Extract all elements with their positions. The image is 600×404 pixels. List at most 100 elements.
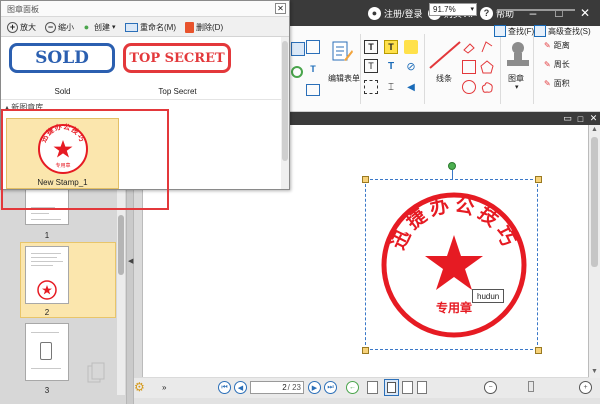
line-tool-icon[interactable] xyxy=(428,40,462,70)
single-page-view-icon[interactable] xyxy=(367,381,378,394)
zoom-slider-track[interactable] xyxy=(497,9,575,11)
highlight-text-icon[interactable]: T xyxy=(384,40,398,54)
close-icon[interactable]: ✕ xyxy=(574,3,596,23)
strip-minimize-icon[interactable]: ▭ xyxy=(562,113,573,124)
page-thumbnail-3[interactable] xyxy=(25,323,69,381)
top-secret-stamp-image: TOP SECRET xyxy=(123,43,231,73)
text-tool-icon[interactable]: T xyxy=(306,62,320,76)
page-thumbnail-2[interactable] xyxy=(25,246,69,304)
cloud-icon[interactable] xyxy=(480,80,494,94)
page-number-2: 2 xyxy=(44,308,50,317)
stamp-tool-icon[interactable] xyxy=(504,40,532,70)
arrow-shape-icon[interactable] xyxy=(462,40,476,54)
advanced-find-button[interactable]: 高级查找(S) xyxy=(534,25,591,37)
collapse-arrow-icon[interactable]: ◀ xyxy=(128,257,133,265)
resize-handle-top-left[interactable] xyxy=(362,176,369,183)
help-link[interactable]: ? 帮助 xyxy=(480,5,514,21)
ribbon-separator xyxy=(424,34,425,104)
register-login-label: 注册/登录 xyxy=(384,8,423,19)
thumb-line xyxy=(31,332,59,333)
thumb-line xyxy=(31,368,61,369)
table-tool-icon[interactable] xyxy=(291,42,305,56)
resize-handle-bottom-right[interactable] xyxy=(535,347,542,354)
create-user-icon: ● xyxy=(83,22,90,32)
user-icon: ● xyxy=(368,6,381,20)
zoom-out-button[interactable]: − xyxy=(484,381,497,394)
stamp-palette-titlebar[interactable]: 图章面板 ✕ xyxy=(1,1,289,17)
pentagon-icon[interactable] xyxy=(480,60,494,74)
document-tab-strip: ▭ □ ✕ xyxy=(290,112,600,125)
zoom-in-stamp-button[interactable]: + 放大 xyxy=(7,19,36,35)
create-label: 创建 xyxy=(94,22,110,32)
area-icon: ✎ xyxy=(544,79,551,88)
minimize-icon[interactable]: ‒ xyxy=(522,3,544,23)
resize-handle-top-right[interactable] xyxy=(535,176,542,183)
document-scroll-knob[interactable] xyxy=(591,137,598,267)
find-button[interactable]: 查找(F) xyxy=(494,25,534,37)
scroll-up-icon[interactable]: ▲ xyxy=(591,126,598,133)
highlight-annotation-box xyxy=(1,109,169,210)
previous-page-button[interactable]: ◀ xyxy=(234,381,247,394)
register-login-link[interactable]: ● 注册/登录 xyxy=(368,5,423,21)
perimeter-tool[interactable]: ✎ 周长 xyxy=(544,59,570,70)
rotation-line xyxy=(452,170,453,179)
page-number-input[interactable]: 2 / 23 xyxy=(250,381,304,394)
stamp-caption-top-secret: Top Secret xyxy=(158,87,197,96)
lines-label[interactable]: 线条 xyxy=(436,73,452,84)
sold-stamp-image: SOLD xyxy=(9,43,115,73)
rename-label: 重命名(M) xyxy=(140,22,176,32)
go-back-button[interactable]: ← xyxy=(346,381,359,394)
edit-form-label[interactable]: 编辑表单 xyxy=(328,73,360,84)
circle-tool-icon[interactable] xyxy=(291,66,303,78)
zoom-slider-knob[interactable] xyxy=(528,381,534,392)
document-scrollbar[interactable]: ▲ ▼ xyxy=(589,125,600,378)
attachment-icon[interactable]: ⊘ xyxy=(404,59,418,73)
ruler-icon: ✎ xyxy=(544,41,551,50)
button-tool-icon[interactable] xyxy=(306,84,320,96)
distance-tool[interactable]: ✎ 距离 xyxy=(544,40,570,51)
textfield-tool-icon[interactable] xyxy=(306,40,320,54)
zoom-out-stamp-button[interactable]: − 缩小 xyxy=(45,19,74,35)
last-page-button[interactable]: ⏭ xyxy=(324,381,337,394)
polyline-icon[interactable] xyxy=(480,40,494,54)
rename-stamp-button[interactable]: 重命名(M) xyxy=(125,19,176,35)
next-page-button[interactable]: ▶ xyxy=(308,381,321,394)
scroll-down-icon[interactable]: ▼ xyxy=(591,368,598,375)
continuous-view-icon[interactable] xyxy=(384,379,399,396)
callout-tool-icon[interactable]: T xyxy=(364,59,378,73)
thumbnail-scroll-knob[interactable] xyxy=(118,215,124,275)
stamp-gallery-scrollbar[interactable] xyxy=(281,37,289,189)
rotate-handle[interactable] xyxy=(448,162,456,170)
thumb-line xyxy=(31,265,53,266)
fit-width-icon[interactable] xyxy=(417,381,427,394)
maximize-icon[interactable]: □ xyxy=(548,3,570,23)
stamp-selection-box[interactable] xyxy=(365,179,538,350)
area-tool[interactable]: ✎ 面积 xyxy=(544,78,570,89)
palette-close-icon[interactable]: ✕ xyxy=(275,3,286,14)
two-page-view-icon[interactable] xyxy=(402,381,413,394)
zoom-out-label: 缩小 xyxy=(58,22,74,32)
first-page-button[interactable]: ⏮ xyxy=(218,381,231,394)
strip-restore-icon[interactable]: □ xyxy=(575,113,586,124)
gallery-divider xyxy=(1,99,281,100)
gallery-scroll-knob[interactable] xyxy=(282,41,288,161)
note-icon[interactable] xyxy=(404,40,418,54)
chevron-down-icon: ▾ xyxy=(470,6,474,13)
zoom-in-button[interactable]: + xyxy=(579,381,592,394)
edit-form-icon[interactable] xyxy=(330,40,354,64)
current-page-value: 2 xyxy=(282,383,287,392)
rectangle-icon[interactable] xyxy=(462,60,476,74)
strip-close-icon[interactable]: ✕ xyxy=(588,113,599,124)
insert-text-icon[interactable]: ⌶ xyxy=(384,80,398,94)
ellipse-icon[interactable] xyxy=(462,80,476,94)
horizontal-scrollbar[interactable] xyxy=(134,398,600,404)
stamp-dropdown-arrow[interactable]: ▾ xyxy=(515,83,519,91)
area-select-icon[interactable] xyxy=(364,80,378,94)
textbox-tool-icon[interactable]: T xyxy=(364,40,378,54)
sound-icon[interactable]: ◀ xyxy=(404,80,418,94)
underline-text-icon[interactable]: T xyxy=(384,59,398,73)
delete-stamp-button[interactable]: 删除(D) xyxy=(185,19,223,35)
create-stamp-button[interactable]: ● 创建 ▾ xyxy=(81,19,116,35)
zoom-select[interactable]: 91.7% ▾ xyxy=(429,3,477,16)
resize-handle-bottom-left[interactable] xyxy=(362,347,369,354)
